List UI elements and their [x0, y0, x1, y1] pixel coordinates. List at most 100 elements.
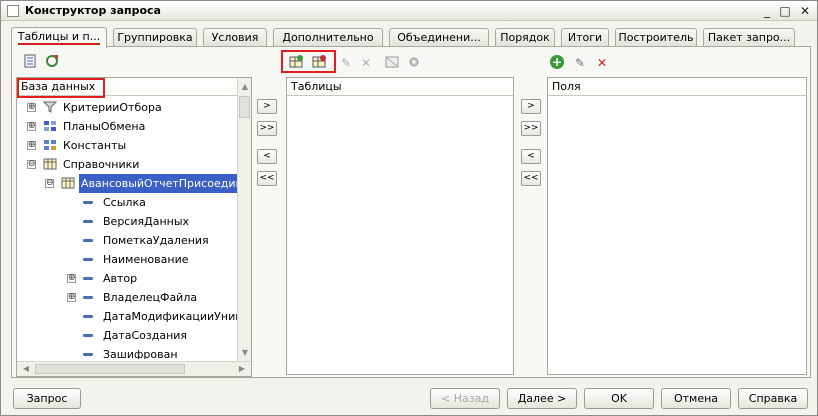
- table-delete-icon[interactable]: [384, 55, 400, 71]
- maximize-button[interactable]: □: [777, 3, 793, 19]
- tab-label: Итоги: [567, 31, 603, 44]
- tree-item[interactable]: ⊕ ВладелецФайла: [17, 288, 237, 307]
- add-field-icon[interactable]: +: [550, 55, 564, 69]
- tab-grouping[interactable]: Группировка: [113, 28, 197, 46]
- expand-icon[interactable]: ⊕: [27, 141, 36, 150]
- remove-all-fields-button[interactable]: <<: [521, 171, 541, 186]
- tree-item[interactable]: Зашифрован: [17, 345, 237, 359]
- query-builder-window: Конструктор запроса _ □ ✕ Таблицы и п...…: [0, 0, 818, 416]
- tables-panel[interactable]: Таблицы: [286, 77, 514, 375]
- field-icon: [83, 220, 93, 223]
- add-nested-table-icon[interactable]: [311, 54, 327, 70]
- add-table-icon[interactable]: [288, 54, 304, 70]
- tab-label: Пакет запро...: [707, 31, 791, 44]
- remove-all-tables-button[interactable]: <<: [257, 171, 277, 186]
- app-icon: [7, 5, 19, 17]
- tab-conditions[interactable]: Условия: [203, 28, 267, 46]
- fields-header-label: Поля: [552, 80, 581, 93]
- tree-item[interactable]: ДатаСоздания: [17, 326, 237, 345]
- scroll-left-button[interactable]: ◀: [19, 362, 33, 376]
- tree-item-label: АвансовыйОтчетПрисоединен: [79, 174, 237, 193]
- field-icon: [83, 239, 93, 242]
- tab-builder[interactable]: Построитель: [615, 28, 697, 46]
- tree-item[interactable]: ⊕ КритерииОтбора: [17, 98, 237, 117]
- tree-item-label: Ссылка: [103, 196, 146, 209]
- tree-item-label: КритерииОтбора: [63, 101, 162, 114]
- tree-item-selected[interactable]: ⊖ АвансовыйОтчетПрисоединен: [17, 174, 239, 193]
- add-field-button[interactable]: >: [521, 99, 541, 114]
- tab-query-batch[interactable]: Пакет запро...: [703, 28, 795, 46]
- expand-icon[interactable]: ⊕: [67, 274, 76, 283]
- constants-icon: [44, 140, 56, 150]
- tab-bar: Таблицы и п... Группировка Условия Допол…: [11, 27, 811, 48]
- window-title: Конструктор запроса: [25, 4, 161, 17]
- tree-item-label: Зашифрован: [103, 348, 178, 359]
- database-vertical-scrollbar[interactable]: ▲ ▼: [237, 78, 251, 362]
- tree-item[interactable]: ⊕ ПланыОбмена: [17, 117, 237, 136]
- ok-button[interactable]: OK: [584, 388, 654, 409]
- tab-label: Условия: [211, 31, 259, 44]
- add-all-fields-button[interactable]: >>: [521, 121, 541, 136]
- database-horizontal-scrollbar[interactable]: ◀ ▶: [17, 361, 251, 376]
- tables-header-label: Таблицы: [291, 80, 342, 93]
- cancel-button[interactable]: Отмена: [661, 388, 731, 409]
- tree-item[interactable]: ДатаМодификацииУнивер: [17, 307, 238, 326]
- delete-icon[interactable]: ✕: [358, 55, 374, 71]
- scroll-right-button[interactable]: ▶: [235, 362, 249, 376]
- edit-icon[interactable]: ✎: [338, 55, 354, 71]
- tree-item-label: Константы: [63, 139, 127, 152]
- tab-label: Группировка: [117, 31, 193, 44]
- filter-icon: [43, 101, 57, 113]
- remove-field-button[interactable]: <: [521, 149, 541, 164]
- expand-icon[interactable]: ⊕: [27, 122, 36, 131]
- tree-item[interactable]: ПометкаУдаления: [17, 231, 237, 250]
- tab-advanced[interactable]: Дополнительно: [273, 28, 383, 46]
- field-icon: [83, 296, 93, 299]
- tree-item[interactable]: ⊕ Константы: [17, 136, 237, 155]
- close-button[interactable]: ✕: [797, 3, 813, 19]
- gear-icon[interactable]: [406, 55, 422, 71]
- tab-label: Порядок: [500, 31, 550, 44]
- field-icon: [83, 353, 93, 356]
- edit-field-icon[interactable]: ✎: [572, 55, 588, 71]
- tree-item-label: ПланыОбмена: [63, 120, 146, 133]
- collapse-icon[interactable]: ⊖: [45, 179, 54, 188]
- add-all-tables-button[interactable]: >>: [257, 121, 277, 136]
- tab-content: ✎ ✕ + ✎ ✕ База данных ⊕ КритерииОтбора ⊕: [11, 46, 811, 378]
- tree-item-label: ВладелецФайла: [103, 291, 198, 304]
- scrollbar-thumb[interactable]: [35, 364, 185, 374]
- tree-item[interactable]: Ссылка: [17, 193, 237, 212]
- scroll-up-button[interactable]: ▲: [238, 80, 252, 94]
- collapse-icon[interactable]: ⊖: [27, 160, 36, 169]
- tree-item[interactable]: Наименование: [17, 250, 237, 269]
- fields-panel[interactable]: Поля: [547, 77, 807, 375]
- tree-item-label: Автор: [103, 272, 138, 285]
- tree-item[interactable]: ⊕ Автор: [17, 269, 237, 288]
- tab-tables[interactable]: Таблицы и п...: [11, 27, 107, 48]
- minimize-button[interactable]: _: [759, 3, 775, 19]
- help-button[interactable]: Справка: [738, 388, 808, 409]
- expand-icon[interactable]: ⊕: [27, 103, 36, 112]
- title-bar[interactable]: Конструктор запроса _ □ ✕: [1, 1, 817, 21]
- query-button[interactable]: Запрос: [13, 388, 81, 409]
- tree-item-label: ДатаСоздания: [103, 329, 188, 342]
- scroll-down-button[interactable]: ▼: [238, 346, 252, 360]
- tab-label: Объединени...: [397, 31, 481, 44]
- scrollbar-thumb[interactable]: [239, 96, 250, 118]
- tree-item[interactable]: ВерсияДанных: [17, 212, 237, 231]
- refresh-icon[interactable]: [44, 54, 60, 70]
- list-view-icon[interactable]: [22, 54, 38, 70]
- expand-icon[interactable]: ⊕: [67, 293, 76, 302]
- fields-panel-header: Поля: [548, 78, 806, 96]
- tab-totals[interactable]: Итоги: [561, 28, 609, 46]
- back-button[interactable]: < Назад: [430, 388, 500, 409]
- database-header-highlight: [17, 78, 105, 98]
- delete-field-icon[interactable]: ✕: [594, 55, 610, 71]
- tree-item[interactable]: ⊖ Справочники: [17, 155, 237, 174]
- add-table-button[interactable]: >: [257, 99, 277, 114]
- remove-table-button[interactable]: <: [257, 149, 277, 164]
- next-button[interactable]: Далее >: [507, 388, 577, 409]
- tree-item-label: Справочники: [63, 158, 140, 171]
- tab-unions[interactable]: Объединени...: [389, 28, 489, 46]
- tab-order[interactable]: Порядок: [495, 28, 555, 46]
